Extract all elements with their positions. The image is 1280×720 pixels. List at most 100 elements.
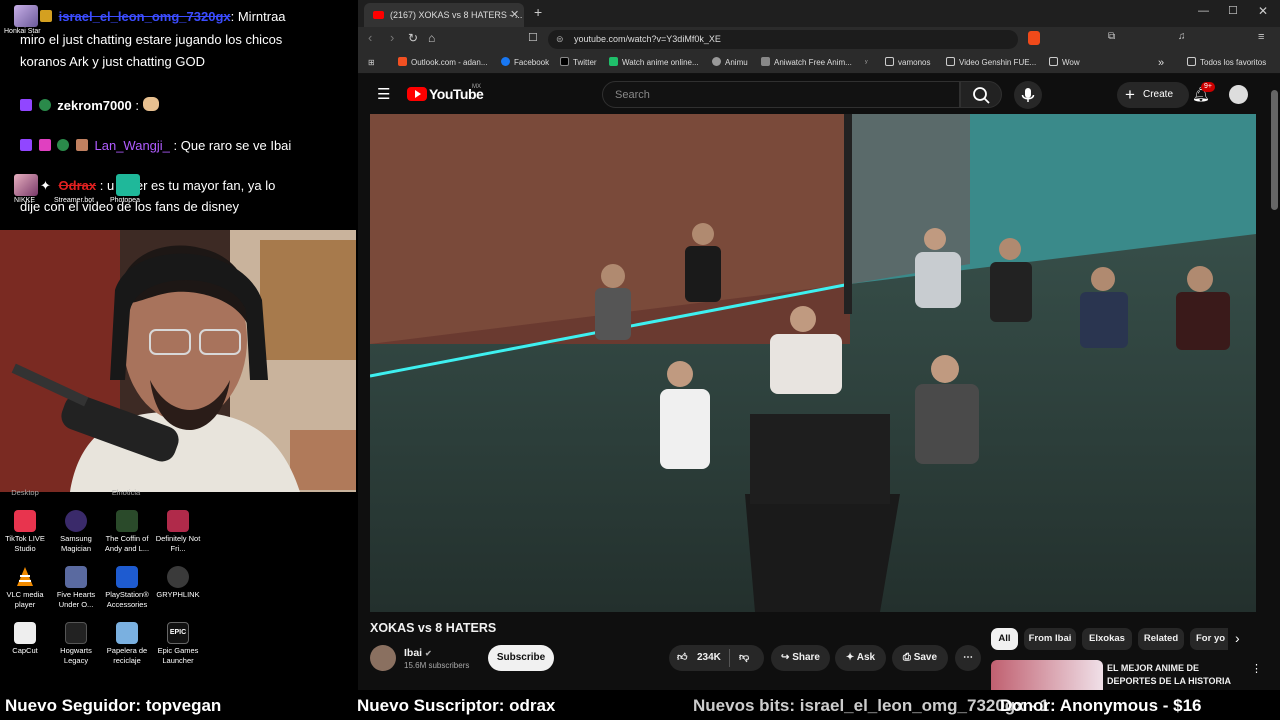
desktop-icon-coffin-of-andy[interactable]: The Coffin of Andy and L... xyxy=(99,510,155,554)
minimize-button[interactable]: — xyxy=(1198,5,1209,17)
media-icon[interactable]: ♫ xyxy=(1178,31,1186,42)
search-input[interactable]: Search xyxy=(602,81,960,108)
aniwatch-icon xyxy=(761,57,770,66)
close-window-button[interactable]: ✕ xyxy=(1258,4,1268,18)
samsung-magician-icon xyxy=(65,510,87,532)
chat-message: ✦ Odrax : u hater es tu mayor fan, ya lo xyxy=(40,175,275,197)
bookmark-outlook[interactable]: Outlook.com - adan... xyxy=(398,52,487,74)
follower-alert: Nuevo Seguidor: topvegan xyxy=(5,696,222,715)
bookmark-y-icon[interactable]: ʸ xyxy=(865,52,868,74)
extensions-icon[interactable]: ⧉ xyxy=(1108,31,1115,42)
desktop-icon-recycle-bin[interactable]: Papelera de reciclaje xyxy=(99,622,155,666)
bookmarks-overflow-button[interactable]: » xyxy=(1158,52,1164,74)
chip-for-you[interactable]: For yo xyxy=(1190,628,1228,650)
facebook-icon xyxy=(501,57,510,66)
chip-from-ibai[interactable]: From Ibai xyxy=(1024,628,1076,650)
apps-grid-icon[interactable]: ⊞ xyxy=(368,52,375,74)
desktop-icon-five-hearts[interactable]: Five Hearts Under O... xyxy=(48,566,104,610)
bookmark-aniwatch[interactable]: Aniwatch Free Anim... xyxy=(761,52,852,74)
bookmark-page-icon[interactable]: ☐ xyxy=(528,31,538,44)
alert-ticker: Nuevo Seguidor: topvegan Nuevo Suscripto… xyxy=(0,692,1280,720)
subscribe-button[interactable]: Subscribe xyxy=(488,645,554,671)
desktop-icon-epic-games[interactable]: EPIC Epic Games Launcher xyxy=(150,622,206,666)
save-button[interactable]: ⎙ Save xyxy=(892,645,948,671)
ask-button[interactable]: ✦ Ask xyxy=(835,645,886,671)
back-button[interactable]: ‹ xyxy=(368,30,372,45)
all-bookmarks[interactable]: Todos los favoritos xyxy=(1187,52,1266,74)
desktop-icon-label: TikTok LIVE Studio xyxy=(5,534,45,553)
youtube-header: ☰ YouTube MX Search + Create 🔔︎ 9+ xyxy=(358,76,1280,114)
brave-shield-icon[interactable] xyxy=(1028,31,1040,45)
address-bar[interactable]: ⊜ youtube.com/watch?v=Y3diMf0k_XE xyxy=(548,30,1018,49)
recommended-title-line: DEPORTES DE LA HISTORIA xyxy=(1107,676,1232,686)
webcam-feed xyxy=(0,230,356,492)
desktop-icon-samsung-magician[interactable]: Samsung Magician xyxy=(48,510,104,554)
chat-username: israel_el_leon_omg_7320gx xyxy=(58,9,231,24)
bookmark-animu[interactable]: Animu xyxy=(712,52,748,74)
desktop-partial-label: Elnoticia xyxy=(111,488,141,497)
desktop-icon-hogwarts-legacy[interactable]: Hogwarts Legacy xyxy=(48,622,104,666)
bookmark-watch-anime[interactable]: Watch anime online... xyxy=(609,52,699,74)
desktop-icon-label: CapCut xyxy=(12,646,38,655)
recommended-video-title[interactable]: EL MEJOR ANIME DE DEPORTES DE LA HISTORI… xyxy=(1107,662,1231,688)
capcut-icon xyxy=(14,622,36,644)
like-icon[interactable]: 👍︎ xyxy=(677,645,697,671)
desktop-icon-label: Five Hearts Under O... xyxy=(56,590,96,609)
recommended-video-thumbnail[interactable] xyxy=(991,660,1103,690)
create-button[interactable]: + Create xyxy=(1117,82,1189,108)
bookmark-folder-genshin[interactable]: Video Genshin FUE... xyxy=(946,52,1036,74)
channel-name[interactable]: Ibai ✔ xyxy=(404,647,432,659)
menu-icon[interactable]: ≡ xyxy=(1258,31,1264,43)
more-actions-button[interactable]: ⋯ xyxy=(955,645,981,671)
bookmark-folder-wow[interactable]: Wow xyxy=(1049,52,1080,74)
reload-button[interactable]: ↻ xyxy=(408,31,418,45)
recommended-more-icon[interactable]: ⋮ xyxy=(1251,662,1262,675)
outlook-icon xyxy=(398,57,407,66)
close-tab-icon[interactable]: ✕ xyxy=(510,3,519,27)
desktop-icon-definitely-not-fried[interactable]: Definitely Not Fri... xyxy=(150,510,206,554)
desktop-icon-label: The Coffin of Andy and L... xyxy=(104,534,150,553)
site-info-icon[interactable]: ⊜ xyxy=(556,30,564,49)
maximize-button[interactable]: ☐ xyxy=(1228,4,1238,17)
page-scrollbar[interactable] xyxy=(1271,90,1278,210)
gryphlink-icon xyxy=(167,566,189,588)
streamer-bot-icon xyxy=(116,174,140,196)
desktop-icon-vlc[interactable]: VLC media player xyxy=(0,566,53,610)
youtube-logo-icon[interactable] xyxy=(407,87,427,101)
region-code: MX xyxy=(472,84,481,90)
chat-username: zekrom7000 xyxy=(57,98,132,113)
video-player[interactable] xyxy=(370,114,1256,612)
bookmark-facebook[interactable]: Facebook xyxy=(501,52,549,74)
chips-next-arrow-icon[interactable]: › xyxy=(1235,630,1240,646)
dislike-icon[interactable]: 👎︎ xyxy=(739,645,749,671)
sparkle-icon: ✦ xyxy=(40,178,51,193)
home-button[interactable]: ⌂ xyxy=(428,31,435,45)
chip-elxokas[interactable]: Elxokas xyxy=(1082,628,1132,650)
folder-icon xyxy=(885,57,894,66)
hamburger-menu-icon[interactable]: ☰ xyxy=(377,85,390,103)
recommended-title-line: EL MEJOR ANIME DE xyxy=(1107,663,1200,673)
forward-button[interactable]: › xyxy=(390,30,394,45)
search-button[interactable] xyxy=(960,81,1002,108)
channel-avatar[interactable] xyxy=(370,645,396,671)
desktop-icon-capcut[interactable]: CapCut xyxy=(0,622,53,656)
desktop-icon-playstation-accessories[interactable]: PlayStation® Accessories xyxy=(99,566,155,610)
anime-site-icon xyxy=(609,57,618,66)
chat-text: : Que raro se ve Ibai xyxy=(169,138,292,153)
chip-related[interactable]: Related xyxy=(1138,628,1184,650)
desktop-icon-gryphlink[interactable]: GRYPHLINK xyxy=(150,566,206,600)
avatar[interactable] xyxy=(1229,85,1248,104)
youtube-favicon-icon xyxy=(373,11,384,19)
chip-all[interactable]: All xyxy=(991,628,1018,650)
bookmark-folder-vamonos[interactable]: vamonos xyxy=(885,52,930,74)
desktop-icon-label: Epic Games Launcher xyxy=(157,646,199,665)
tab-youtube[interactable]: (2167) XOKAS vs 8 HATERS - ... ✕ xyxy=(364,3,524,27)
new-tab-button[interactable]: + xyxy=(534,4,542,20)
gift-badge-icon xyxy=(40,10,52,22)
bookmark-twitter[interactable]: Twitter xyxy=(560,52,597,74)
share-button[interactable]: ↪ Share xyxy=(771,645,830,671)
desktop-icon-tiktok-live[interactable]: TikTok LIVE Studio xyxy=(0,510,53,554)
voice-search-button[interactable] xyxy=(1014,81,1042,109)
share-label: Share xyxy=(792,652,820,663)
like-count[interactable]: 234K xyxy=(697,652,721,663)
